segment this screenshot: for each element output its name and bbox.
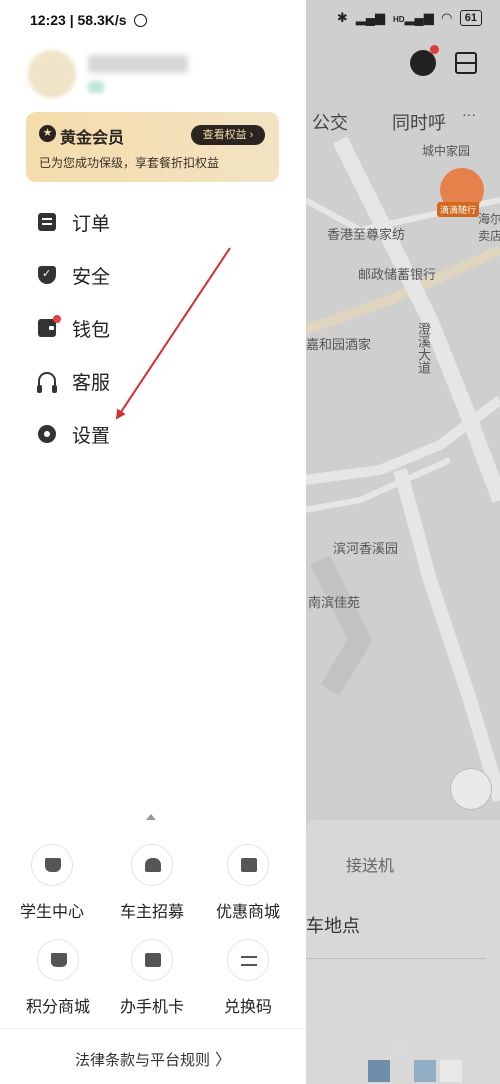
map-place-label: 城中家园: [422, 144, 471, 158]
map-place-label: 嘉和园酒家: [306, 337, 372, 352]
menu-item-wallet[interactable]: 钱包: [38, 313, 110, 343]
wifi-icon: ◠: [441, 10, 452, 25]
vip-subtitle: 已为您成功保级，享套餐折扣权益: [39, 156, 220, 170]
shortcut-points-mall[interactable]: 积分商城: [13, 939, 103, 1017]
thumbnail-tile: [390, 1040, 412, 1062]
locate-button[interactable]: [450, 768, 492, 810]
map-place-label: 南滨佳苑: [308, 595, 361, 610]
alarm-icon: [133, 13, 147, 27]
profile-badge: [88, 81, 104, 93]
promo-badge[interactable]: 滴滴随行: [437, 202, 480, 217]
thumbnail-tile: [368, 1060, 390, 1082]
driver-recruit-icon: [131, 844, 173, 886]
cart-icon: [37, 939, 79, 981]
menu-label: 订单: [72, 213, 111, 235]
sim-card-icon: [131, 939, 173, 981]
menu-item-service[interactable]: 客服: [37, 366, 111, 396]
shortcut-driver-recruit[interactable]: 车主招募: [107, 844, 197, 922]
scan-icon[interactable]: [455, 52, 477, 74]
battery-indicator: 61: [459, 10, 482, 26]
bluetooth-icon: ✱: [336, 10, 348, 25]
hd-signal-icon: HD▂▄▆: [392, 10, 434, 25]
avatar[interactable]: [28, 50, 76, 98]
time-speed-text: 12:23 | 58.3K/s: [30, 12, 127, 28]
map-tab-bus[interactable]: 公交: [312, 109, 348, 135]
menu-label: 客服: [72, 372, 111, 394]
menu-item-security[interactable]: 安全: [38, 260, 110, 290]
shortcut-label: 优惠商城: [215, 904, 280, 921]
graduation-cap-icon: [31, 844, 73, 886]
divider: [306, 958, 486, 959]
message-badge: [430, 45, 439, 54]
legal-terms-link[interactable]: 法律条款与平台规则〉: [0, 1046, 306, 1070]
shortcut-label: 学生中心: [19, 904, 84, 921]
message-icon[interactable]: [410, 50, 436, 76]
map-place-label: 香港至尊家纺: [327, 227, 406, 242]
map-tab-simultaneous-call[interactable]: 同时呼: [392, 109, 446, 135]
map-place-label: 海尔专卖店: [478, 212, 500, 243]
pickup-location-prompt[interactable]: 车地点: [306, 912, 360, 938]
headset-icon: [37, 372, 57, 393]
profile-name[interactable]: [88, 55, 188, 73]
hd-label: HD: [392, 15, 405, 24]
discount-mall-icon: [227, 844, 269, 886]
shield-icon: [38, 266, 56, 284]
thumbnail-tile: [440, 1060, 462, 1082]
menu-item-order[interactable]: 订单: [38, 207, 110, 237]
expand-up-icon[interactable]: [146, 814, 156, 820]
shortcut-label: 车主招募: [119, 904, 184, 921]
shortcut-exchange-code[interactable]: 兑换码: [203, 939, 293, 1017]
order-icon: [38, 213, 56, 231]
menu-label: 钱包: [72, 319, 111, 341]
star-icon: ★: [39, 125, 56, 142]
vip-title: 黄金会员: [60, 130, 125, 147]
menu-item-settings[interactable]: 设置: [38, 419, 110, 449]
wallet-notification-badge: [53, 315, 61, 323]
vip-card[interactable]: ★ 黄金会员 查看权益 › 已为您成功保级，享套餐折扣权益: [26, 112, 279, 182]
gear-icon: [38, 425, 56, 443]
divider: [0, 1028, 306, 1029]
chevron-right-icon: 〉: [215, 1052, 232, 1069]
side-drawer: 12:23 | 58.3K/s ★ 黄金会员 查看权益 › 已为您成功保级，享套…: [0, 0, 306, 1084]
menu-label: 设置: [72, 425, 111, 447]
menu-label: 安全: [72, 266, 111, 288]
map-tab-more[interactable]: ···: [462, 106, 476, 122]
signal-icon: ▂▄▆: [355, 10, 385, 25]
thumbnail-tile: [414, 1060, 436, 1082]
shortcut-sim-card[interactable]: 办手机卡: [107, 939, 197, 1017]
map-road-label: 澄溪大道: [416, 322, 431, 374]
legal-terms-label: 法律条款与平台规则: [74, 1052, 210, 1069]
map-place-label: 滨河香溪园: [333, 541, 399, 556]
exchange-icon: [227, 939, 269, 981]
status-time: 12:23 | 58.3K/s: [30, 12, 147, 28]
shortcut-label: 兑换码: [223, 999, 272, 1016]
shortcut-discount-mall[interactable]: 优惠商城: [203, 844, 293, 922]
view-benefits-button[interactable]: 查看权益 ›: [191, 125, 265, 145]
shortcut-student-center[interactable]: 学生中心: [7, 844, 97, 922]
shortcut-label: 积分商城: [25, 999, 90, 1016]
status-icons: ✱ ▂▄▆ HD▂▄▆ ◠ 61: [337, 10, 482, 26]
ride-tab-airport[interactable]: 接送机: [346, 852, 394, 876]
map-place-label: 邮政储蓄银行: [358, 267, 437, 282]
shortcut-label: 办手机卡: [119, 999, 184, 1016]
